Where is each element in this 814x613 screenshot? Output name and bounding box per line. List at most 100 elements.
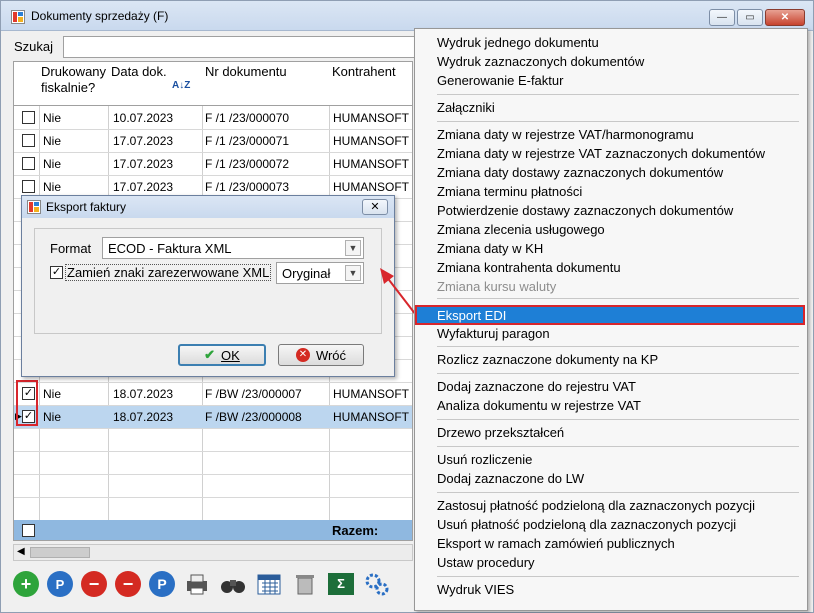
col-number-header[interactable]: Nr dokumentu [205, 64, 287, 80]
menu-item-change-vat-date-selected[interactable]: Zmiana daty w rejestrze VAT zaznaczonych… [437, 146, 765, 161]
menu-item-print-vies[interactable]: Wydruk VIES [437, 582, 514, 597]
scroll-left-icon[interactable]: ◀ [17, 546, 25, 557]
menu-item-set-procedures[interactable]: Ustaw procedury [437, 555, 535, 570]
replace-mode-select[interactable]: Oryginał ▼ [276, 262, 364, 284]
minimize-button[interactable]: — [709, 9, 735, 26]
table-row[interactable]: Nie 10.07.2023 F /1 /23/000070 HUMANSOFT S [14, 107, 412, 130]
menu-item-remove-settlement[interactable]: Usuń rozliczenie [437, 452, 532, 467]
cell-contractor: HUMANSOFT S [333, 134, 413, 148]
cell-printed: Nie [43, 410, 62, 424]
title-bar: Dokumenty sprzedaży (F) — ▭ ✕ [1, 1, 813, 31]
cell-date: 17.07.2023 [113, 134, 174, 148]
ok-button[interactable]: ✔ OK [178, 344, 266, 366]
menu-item-analyze-vat-register[interactable]: Analiza dokumentu w rejestrze VAT [437, 398, 641, 413]
chevron-down-icon: ▼ [345, 240, 361, 256]
menu-item-settle-kp[interactable]: Rozlicz zaznaczone dokumenty na KP [437, 352, 658, 367]
search-input[interactable] [63, 36, 423, 58]
row-checkbox[interactable] [22, 157, 35, 170]
menu-item-invoice-receipt[interactable]: Wyfakturuj paragon [437, 326, 550, 341]
menu-item-attachments[interactable]: Załączniki [437, 100, 495, 115]
binoculars-icon[interactable] [219, 570, 247, 598]
close-button[interactable]: ✕ [765, 9, 805, 26]
table-row[interactable]: ✓ Nie 18.07.2023 F /BW /23/000008 HUMANSOFT … [14, 406, 412, 429]
menu-item-generate-einvoices[interactable]: Generowanie E-faktur [437, 73, 563, 88]
grid-header: Drukowany fiskalnie? Data dok. A↓Z Nr do… [14, 62, 412, 106]
context-menu: Wydruk jednego dokumentu Wydruk zaznaczon… [414, 28, 808, 611]
maximize-button[interactable]: ▭ [737, 9, 763, 26]
sum-row: Razem: [14, 520, 412, 540]
cell-date: 17.07.2023 [113, 157, 174, 171]
select-all-checkbox[interactable] [22, 524, 35, 537]
row-checkbox[interactable] [22, 180, 35, 193]
menu-item-confirm-delivery[interactable]: Potwierdzenie dostawy zaznaczonych dokum… [437, 203, 733, 218]
dialog-title-bar: Eksport faktury ✕ [22, 196, 394, 218]
window-title: Dokumenty sprzedaży (F) [31, 9, 169, 23]
table-row[interactable]: Nie 17.07.2023 F /1 /23/000072 HUMANSOFT S [14, 153, 413, 176]
menu-item-change-exchange-rate[interactable]: Zmiana kursu waluty [437, 279, 556, 294]
table-row[interactable]: Nie 17.07.2023 F /1 /23/000071 HUMANSOFT S [14, 130, 413, 153]
preview-icon[interactable]: P [47, 571, 73, 597]
menu-item-print-single[interactable]: Wydruk jednego dokumentu [437, 35, 599, 50]
printer-icon[interactable] [183, 570, 211, 598]
menu-item-change-contractor[interactable]: Zmiana kontrahenta dokumentu [437, 260, 621, 275]
menu-item-remove-split-payment[interactable]: Usuń płatność podzieloną dla zaznaczonyc… [437, 517, 736, 532]
menu-item-export-edi[interactable]: Eksport EDI [415, 305, 805, 325]
replace-xml-label[interactable]: Zamień znaki zarezerwowane XML [65, 264, 272, 281]
cell-date: 10.07.2023 [113, 111, 174, 125]
menu-separator [437, 492, 799, 493]
cell-date: 18.07.2023 [113, 387, 174, 401]
empty-row [14, 498, 412, 521]
menu-item-change-service-order[interactable]: Zmiana zlecenia usługowego [437, 222, 605, 237]
row-checkbox[interactable] [22, 111, 35, 124]
format-label: Format [50, 241, 92, 256]
menu-item-apply-split-payment[interactable]: Zastosuj płatność podzieloną dla zaznacz… [437, 498, 755, 513]
horizontal-scrollbar[interactable]: ◀ [13, 544, 413, 561]
cancel-icon: ✕ [295, 348, 310, 362]
menu-item-transformation-tree[interactable]: Drzewo przekształceń [437, 425, 564, 440]
menu-item-change-delivery-date[interactable]: Zmiana daty dostawy zaznaczonych dokumen… [437, 165, 723, 180]
settings-gears-icon[interactable] [363, 570, 391, 598]
park-icon[interactable]: P [149, 571, 175, 597]
replace-xml-checkbox[interactable]: ✓ [50, 266, 63, 279]
trash-icon[interactable] [291, 570, 319, 598]
dialog-app-icon [27, 200, 41, 214]
dialog-close-button[interactable]: ✕ [362, 199, 388, 215]
search-label: Szukaj [14, 39, 54, 54]
menu-item-add-to-vat-register[interactable]: Dodaj zaznaczone do rejestru VAT [437, 379, 636, 394]
cell-contractor: HUMANSOFT S [333, 157, 413, 171]
cell-number: F /BW /23/000007 [205, 387, 302, 401]
menu-item-export-public-procurement[interactable]: Eksport w ramach zamówień publicznych [437, 536, 675, 551]
table-row[interactable]: ✓ Nie 18.07.2023 F /BW /23/000007 HUMANSOFT … [14, 383, 412, 406]
cell-date: 17.07.2023 [113, 180, 174, 194]
cell-printed: Nie [43, 111, 62, 125]
format-select[interactable]: ECOD - Faktura XML ▼ [102, 237, 364, 259]
cell-number: F /1 /23/000070 [205, 111, 290, 125]
row-checkbox[interactable] [22, 134, 35, 147]
menu-item-change-payment-term[interactable]: Zmiana terminu płatności [437, 184, 582, 199]
menu-item-print-selected[interactable]: Wydruk zaznaczonych dokumentów [437, 54, 644, 69]
col-contractor-header[interactable]: Kontrahent [332, 64, 396, 80]
sigma-icon[interactable]: Σ [327, 570, 355, 598]
annotation-arrow [380, 268, 417, 316]
bottom-toolbar: + P − − P Σ [13, 566, 391, 602]
menu-separator [437, 576, 799, 577]
menu-separator [437, 373, 799, 374]
menu-item-add-to-lw[interactable]: Dodaj zaznaczone do LW [437, 471, 584, 486]
delete-selected-icon[interactable]: − [115, 571, 141, 597]
cell-number: F /BW /23/000008 [205, 410, 302, 424]
back-button[interactable]: ✕ Wróć [278, 344, 364, 366]
sort-icon: A↓Z [172, 80, 191, 91]
cell-date: 18.07.2023 [113, 410, 174, 424]
col-date-header[interactable]: Data dok. [111, 64, 167, 80]
check-icon: ✔ [204, 347, 216, 362]
col-printed-header[interactable]: Drukowany fiskalnie? [41, 64, 107, 96]
menu-item-change-kh-date[interactable]: Zmiana daty w KH [437, 241, 543, 256]
menu-item-change-vat-date[interactable]: Zmiana daty w rejestrze VAT/harmonogramu [437, 127, 694, 142]
empty-row [14, 452, 412, 475]
calendar-icon[interactable] [255, 570, 283, 598]
scroll-thumb[interactable] [30, 547, 90, 558]
add-icon[interactable]: + [13, 571, 39, 597]
sum-label: Razem: [332, 523, 379, 538]
delete-icon[interactable]: − [81, 571, 107, 597]
menu-separator [437, 419, 799, 420]
